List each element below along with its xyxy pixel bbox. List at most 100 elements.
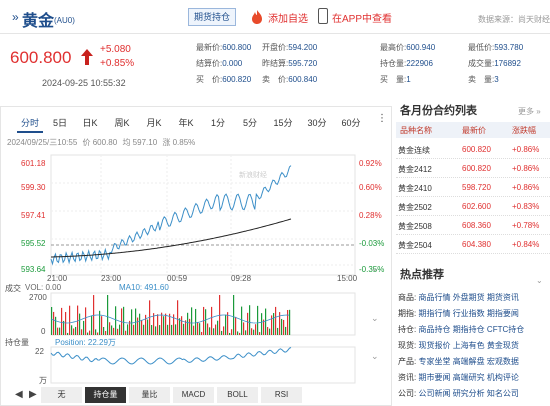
chevron-down-icon[interactable]: ⌄ — [371, 263, 379, 274]
indicator-tab-0[interactable]: 无 — [41, 387, 83, 403]
volume-bar — [139, 313, 141, 335]
contract-name[interactable]: 黄金2502 — [398, 202, 432, 213]
hot-link[interactable]: 知名公司 — [487, 389, 519, 398]
hot-link[interactable]: 公司新闻 — [418, 389, 452, 398]
volume-bar — [209, 327, 211, 335]
y-right-label: -0.03% — [359, 239, 385, 248]
volume-bar — [191, 307, 193, 335]
x-axis-label: 23:00 — [101, 274, 122, 283]
hot-link[interactable]: 现货报价 — [418, 341, 452, 350]
next-arrow-icon[interactable]: ▶ — [29, 389, 37, 400]
contract-row[interactable]: 黄金2504 604.380 +0.84% — [396, 235, 550, 254]
volume-bar — [105, 330, 107, 335]
contract-row[interactable]: 黄金2412 600.820 +0.86% — [396, 159, 550, 178]
volume-bar — [289, 309, 291, 335]
hot-row: 公司: 公司新闻 研究分析 知名公司 — [398, 388, 519, 399]
hot-row-label: 产品: — [398, 357, 419, 366]
volume-bar — [53, 311, 55, 335]
volume-bar — [141, 319, 143, 335]
volume-bar — [265, 308, 267, 335]
prev-arrow-icon[interactable]: ◀ — [15, 389, 23, 400]
ma10-value: MA10: 491.60 — [119, 283, 169, 292]
chevron-down-icon[interactable]: ⌄ — [371, 351, 379, 362]
hot-row: 资讯: 期市要闻 高端研究 机构评论 — [398, 372, 519, 383]
hot-link[interactable]: 专家坐堂 — [418, 357, 452, 366]
volume-bar — [195, 308, 197, 335]
volume-bar — [197, 321, 199, 335]
contract-row[interactable]: 黄金2410 598.720 +0.86% — [396, 178, 550, 197]
contract-name[interactable]: 黄金2504 — [398, 240, 432, 251]
hot-link[interactable]: 机构评论 — [487, 373, 519, 382]
hot-link[interactable]: 商品行情 — [418, 293, 452, 302]
chart-side-controls: ⌄ ⌄ ⌄ — [371, 263, 385, 363]
volume-bar — [229, 332, 231, 335]
quote-field-label: 持仓量: — [380, 59, 407, 68]
hot-link[interactable]: 期指持仓 — [453, 325, 487, 334]
contract-name[interactable]: 黄金2410 — [398, 183, 432, 194]
contract-row[interactable]: 黄金连续 600.820 +0.86% — [396, 140, 550, 159]
volume-bar — [95, 329, 97, 335]
volume-label: 成交 — [5, 284, 21, 293]
indicator-tab-5[interactable]: RSI — [261, 387, 303, 403]
hot-link[interactable]: 研究分析 — [453, 389, 487, 398]
contract-pct: +0.86% — [512, 164, 540, 173]
hot-link[interactable]: 行业指数 — [453, 309, 487, 318]
volume-bar — [273, 313, 275, 335]
indicator-tab-3[interactable]: MACD — [173, 387, 215, 403]
volume-bar — [275, 306, 277, 335]
quote-field: 成交量:176892 — [468, 58, 521, 69]
volume-bar — [83, 320, 85, 335]
volume-bar — [269, 328, 271, 335]
quote-field-label: 昨结算: — [262, 59, 289, 68]
indicator-tab-2[interactable]: 量比 — [129, 387, 171, 403]
indicator-tab-4[interactable]: BOLL — [217, 387, 259, 403]
contract-row[interactable]: 黄金2502 602.600 +0.83% — [396, 197, 550, 216]
price-change: +5.080 — [100, 44, 131, 55]
y-left-label: 601.18 — [21, 159, 46, 168]
hot-link[interactable]: 期指行情 — [418, 309, 452, 318]
chevron-down-icon[interactable]: ⌄ — [371, 313, 379, 324]
hot-link[interactable]: 上海有色 — [453, 341, 487, 350]
more-link[interactable]: 更多 » — [518, 106, 541, 117]
volume-bar — [97, 332, 99, 335]
volume-bar — [167, 324, 169, 335]
hot-link[interactable]: 商品持仓 — [418, 325, 452, 334]
chart-menu-icon[interactable]: ⋮ — [377, 113, 387, 124]
contract-row[interactable]: 黄金2508 608.360 +0.78% — [396, 216, 550, 235]
contract-pct: +0.83% — [512, 202, 540, 211]
intraday-chart[interactable]: 新浪财经 — [1, 107, 393, 406]
hot-link[interactable]: 期指要闻 — [487, 309, 519, 318]
quote-field-label: 最高价: — [380, 43, 407, 52]
contract-code: (AU0) — [54, 16, 75, 25]
phone-icon — [318, 8, 328, 24]
volume-bar — [99, 310, 101, 335]
volume-bar — [55, 316, 57, 335]
view-in-app-link[interactable]: 在APP中查看 — [332, 10, 392, 25]
hot-link[interactable]: CFTC持仓 — [487, 325, 524, 334]
add-favorite-link[interactable]: 添加自选 — [268, 10, 308, 25]
volume-bar — [211, 306, 213, 335]
contract-name[interactable]: 黄金连续 — [398, 145, 430, 156]
hot-link[interactable]: 外盘期货 — [453, 293, 487, 302]
hot-link[interactable]: 高端研究 — [453, 373, 487, 382]
col-name: 品种名称 — [400, 126, 432, 135]
hot-link[interactable]: 高端解盘 — [453, 357, 487, 366]
contract-pct: +0.84% — [512, 240, 540, 249]
contract-list-panel: 各月份合约列表 更多 » 品种名称 最新价 涨跌幅 黄金连续 600.820 +0.… — [396, 96, 550, 258]
hot-link[interactable]: 期货资讯 — [487, 293, 519, 302]
contract-price: 602.600 — [462, 202, 491, 211]
volume-bar — [249, 305, 251, 335]
indicator-tab-1[interactable]: 持仓量 — [85, 387, 127, 403]
vol-value: VOL: 0.00 — [25, 283, 62, 292]
contract-name[interactable]: 黄金2412 — [398, 164, 432, 175]
quote-timestamp: 2024-09-25 10:55:32 — [42, 78, 126, 88]
chevron-down-icon[interactable]: ⌄ — [536, 276, 543, 285]
hot-link[interactable]: 期市要闻 — [418, 373, 452, 382]
hot-link[interactable]: 宏观数据 — [487, 357, 519, 366]
volume-bar — [181, 316, 183, 335]
volume-bar — [189, 318, 191, 335]
contract-name[interactable]: 黄金2508 — [398, 221, 432, 232]
futures-position-button[interactable]: 期货持仓 — [188, 8, 236, 26]
volume-bar — [251, 328, 253, 335]
hot-link[interactable]: 黄金现货 — [487, 341, 519, 350]
